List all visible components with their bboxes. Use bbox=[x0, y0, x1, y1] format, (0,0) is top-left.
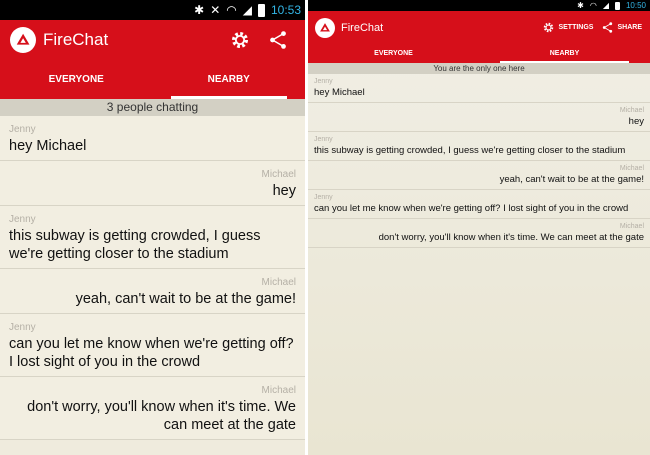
settings-button[interactable]: SETTINGS bbox=[542, 21, 593, 34]
message-text: hey Michael bbox=[9, 138, 87, 154]
message-item: Michael hey bbox=[308, 103, 650, 132]
settings-label: SETTINGS bbox=[558, 24, 594, 31]
message-sender: Jenny bbox=[314, 78, 333, 85]
message-text: can you let me know when we're getting o… bbox=[314, 203, 629, 214]
message-item: Michael yeah, can't wait to be at the ga… bbox=[0, 269, 305, 314]
tab-nearby[interactable]: NEARBY bbox=[153, 60, 306, 99]
chat-status-banner: You are the only one here bbox=[308, 63, 650, 74]
message-text: hey bbox=[628, 116, 644, 127]
message-item: Michael don't worry, you'll know when it… bbox=[0, 377, 305, 440]
message-sender: Michael bbox=[619, 165, 644, 172]
message-sender: Michael bbox=[619, 107, 644, 114]
tab-everyone[interactable]: EVERYONE bbox=[0, 60, 153, 99]
firechat-logo-icon bbox=[10, 27, 36, 53]
message-sender: Jenny bbox=[314, 194, 333, 201]
message-text: yeah, can't wait to be at the game! bbox=[75, 291, 296, 307]
message-text: don't worry, you'll know when it's time.… bbox=[27, 399, 296, 433]
bluetooth-icon: ✱ bbox=[194, 3, 205, 17]
message-text: don't worry, you'll know when it's time.… bbox=[378, 232, 644, 243]
message-sender: Jenny bbox=[9, 214, 36, 225]
no-sound-icon: ✕ bbox=[210, 3, 221, 17]
share-icon bbox=[270, 31, 286, 49]
firechat-logo-icon bbox=[315, 17, 335, 38]
status-time: 10:50 bbox=[625, 1, 646, 10]
status-bar: ✱ ◠ ◢ 10:50 bbox=[308, 0, 650, 11]
chat-count-banner: 3 people chatting bbox=[0, 99, 305, 116]
settings-button[interactable] bbox=[229, 29, 251, 51]
signal-icon: ◢ bbox=[242, 3, 252, 17]
share-button[interactable] bbox=[267, 29, 289, 51]
share-button[interactable]: SHARE bbox=[601, 21, 642, 34]
tab-bar: EVERYONE NEARBY bbox=[0, 60, 305, 99]
app-title: FireChat bbox=[43, 30, 109, 49]
share-label: SHARE bbox=[617, 24, 642, 31]
message-item: Jenny this subway is getting crowded, I … bbox=[308, 132, 650, 161]
status-bar: ✱ ✕ ◠ ◢ 10:53 bbox=[0, 0, 305, 20]
message-text: can you let me know when we're getting o… bbox=[9, 336, 294, 370]
message-item: Jenny can you let me know when we're get… bbox=[0, 314, 305, 377]
signal-icon: ◢ bbox=[602, 1, 609, 10]
message-list[interactable]: Jenny hey Michael Michael hey Jenny this… bbox=[0, 116, 305, 440]
message-item: Jenny this subway is getting crowded, I … bbox=[0, 206, 305, 269]
message-sender: Michael bbox=[261, 277, 296, 288]
message-text: hey bbox=[272, 183, 296, 199]
action-bar: FireChat bbox=[0, 20, 305, 60]
message-item: Jenny can you let me know when we're get… bbox=[308, 190, 650, 219]
tab-bar: EVERYONE NEARBY bbox=[308, 44, 650, 63]
message-item: Michael hey bbox=[0, 161, 305, 206]
share-icon bbox=[603, 22, 613, 33]
message-text: yeah, can't wait to be at the game! bbox=[499, 174, 644, 185]
message-sender: Michael bbox=[261, 169, 296, 180]
message-item: Jenny hey Michael bbox=[308, 74, 650, 103]
action-bar: FireChat SETTINGS SHARE bbox=[308, 11, 650, 44]
message-sender: Jenny bbox=[9, 322, 36, 333]
tab-everyone[interactable]: EVERYONE bbox=[308, 44, 479, 63]
app-title: FireChat bbox=[341, 21, 384, 34]
wifi-icon: ◠ bbox=[589, 1, 597, 10]
left-screen: ✱ ✕ ◠ ◢ 10:53 FireChat EVERYONE NEARBY 3… bbox=[0, 0, 305, 455]
tab-nearby[interactable]: NEARBY bbox=[479, 44, 650, 63]
right-screen: ✱ ◠ ◢ 10:50 FireChat SETTINGS SHARE EVER… bbox=[308, 0, 650, 455]
message-text: this subway is getting crowded, I guess … bbox=[9, 228, 261, 262]
message-item: Michael yeah, can't wait to be at the ga… bbox=[308, 161, 650, 190]
bluetooth-icon: ✱ bbox=[577, 1, 584, 10]
status-time: 10:53 bbox=[270, 3, 301, 17]
message-sender: Michael bbox=[619, 223, 644, 230]
message-sender: Jenny bbox=[314, 136, 333, 143]
message-text: this subway is getting crowded, I guess … bbox=[314, 145, 626, 156]
battery-icon bbox=[257, 3, 265, 17]
message-list[interactable]: Jenny hey Michael Michael hey Jenny this… bbox=[308, 74, 650, 248]
gear-icon bbox=[544, 22, 554, 33]
wifi-icon: ◠ bbox=[226, 3, 237, 17]
battery-icon bbox=[614, 1, 620, 10]
gear-icon bbox=[231, 31, 249, 49]
message-text: hey Michael bbox=[314, 87, 365, 98]
message-item: Jenny hey Michael bbox=[0, 116, 305, 161]
message-item: Michael don't worry, you'll know when it… bbox=[308, 219, 650, 248]
message-sender: Michael bbox=[261, 385, 296, 396]
message-sender: Jenny bbox=[9, 124, 36, 135]
